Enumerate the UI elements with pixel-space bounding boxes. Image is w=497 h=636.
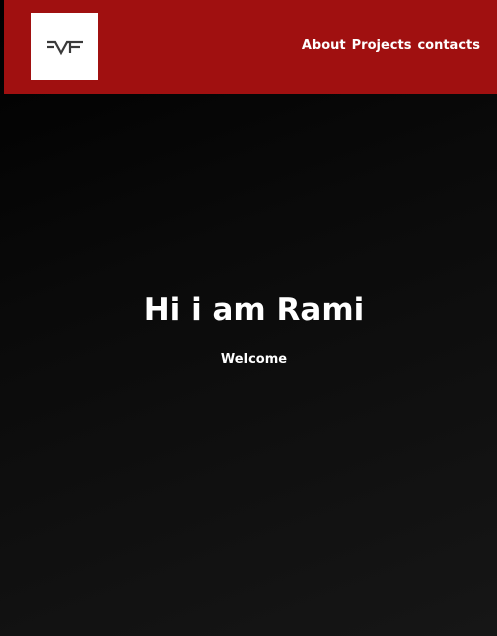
nav-about-link[interactable]: About [302,38,346,53]
hero-subtitle: Welcome [220,352,288,367]
main-nav: About Projects contacts [302,38,480,53]
page: About Projects contacts Hi i am Rami Wel… [0,0,497,636]
nav-projects-link[interactable]: Projects [352,38,412,53]
logo-mark-icon [46,40,83,55]
site-header: About Projects contacts [4,0,497,94]
nav-contacts-link[interactable]: contacts [417,38,480,53]
hero-title: Hi i am Rami [143,292,365,328]
logo-link[interactable] [31,13,98,80]
